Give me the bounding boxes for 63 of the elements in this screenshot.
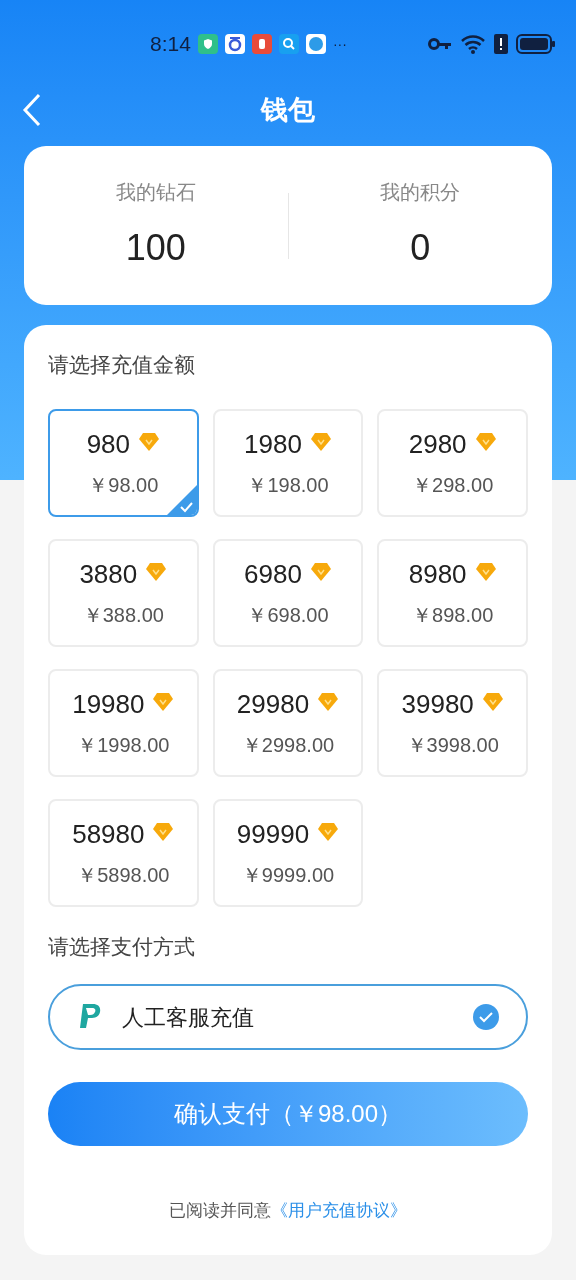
- diamond-amount: 19980: [72, 688, 145, 721]
- package-price: ￥198.00: [247, 473, 329, 498]
- diamond-amount: 39980: [401, 688, 474, 721]
- diamond-amount: 8980: [408, 558, 467, 591]
- package-card[interactable]: 980 ￥98.00: [48, 408, 199, 517]
- package-card[interactable]: 29980 ￥2998.00: [212, 668, 364, 777]
- sim-alert-icon: [494, 34, 508, 54]
- balance-label: 我的积分: [380, 179, 461, 205]
- diamond-amount: 29980: [236, 688, 310, 721]
- diamond-amount: 1980: [244, 428, 302, 461]
- diamond-icon: [145, 561, 168, 582]
- package-price: ￥898.00: [412, 603, 494, 628]
- package-price: ￥9999.00: [241, 863, 335, 888]
- section-title: 请选择充值金额: [48, 352, 196, 378]
- package-price: ￥2998.00: [241, 733, 335, 758]
- balance-value: 0: [410, 225, 431, 270]
- package-card[interactable]: 39980 ￥3998.00: [377, 668, 528, 777]
- diamond-icon: [309, 431, 332, 452]
- diamond-icon: [481, 691, 504, 712]
- package-price: ￥298.00: [412, 473, 494, 498]
- diamond-icon: [138, 431, 160, 452]
- package-card[interactable]: 1980 ￥198.00: [212, 408, 364, 517]
- diamond-icon: [317, 821, 340, 842]
- agreement-text: 已阅读并同意: [169, 1200, 271, 1222]
- balance-value: 100: [125, 225, 186, 270]
- diamond-icon: [474, 561, 497, 582]
- package-card[interactable]: 19980 ￥1998.00: [48, 668, 199, 777]
- diamond-amount: 99990: [236, 818, 310, 851]
- diamond-icon: [152, 691, 175, 712]
- wifi-icon: [460, 33, 486, 55]
- diamond-icon: [474, 431, 497, 452]
- payment-label: 人工客服充值: [122, 1003, 255, 1032]
- package-card[interactable]: 8980 ￥898.00: [377, 538, 528, 647]
- package-card[interactable]: 2980 ￥298.00: [377, 408, 528, 517]
- package-price: ￥5898.00: [77, 863, 170, 888]
- more-notifications: ···: [332, 34, 347, 54]
- selected-check-icon: [166, 484, 197, 515]
- diamond-icon: [317, 691, 340, 712]
- diamond-icon: [309, 561, 332, 582]
- battery-icon: [516, 34, 556, 54]
- back-icon: [22, 93, 42, 127]
- payment-option[interactable]: 人工客服充值: [48, 984, 528, 1050]
- page-title: 钱包: [261, 93, 315, 127]
- package-card[interactable]: 3880 ￥388.00: [48, 538, 199, 647]
- diamond-amount: 980: [86, 428, 130, 461]
- package-price: ￥388.00: [82, 603, 164, 628]
- package-price: ￥698.00: [247, 603, 329, 628]
- status-time: 8:14: [150, 31, 191, 58]
- section-title: 请选择支付方式: [48, 933, 196, 960]
- balance-label: 我的钻石: [115, 179, 196, 205]
- diamond-amount: 58980: [72, 818, 145, 851]
- package-price: ￥98.00: [88, 473, 159, 498]
- diamond-amount: 2980: [408, 428, 467, 461]
- package-price: ￥3998.00: [406, 733, 499, 758]
- diamond-amount: 6980: [244, 558, 302, 591]
- key-icon: [428, 37, 452, 51]
- package-card[interactable]: 6980 ￥698.00: [212, 538, 364, 647]
- package-card[interactable]: 99990 ￥9999.00: [212, 798, 364, 907]
- diamond-amount: 3880: [79, 558, 138, 591]
- package-price: ￥1998.00: [77, 733, 170, 758]
- agreement-link[interactable]: 《用户充值协议》: [271, 1198, 407, 1224]
- diamond-icon: [152, 821, 175, 842]
- package-card[interactable]: 58980 ￥5898.00: [48, 798, 199, 907]
